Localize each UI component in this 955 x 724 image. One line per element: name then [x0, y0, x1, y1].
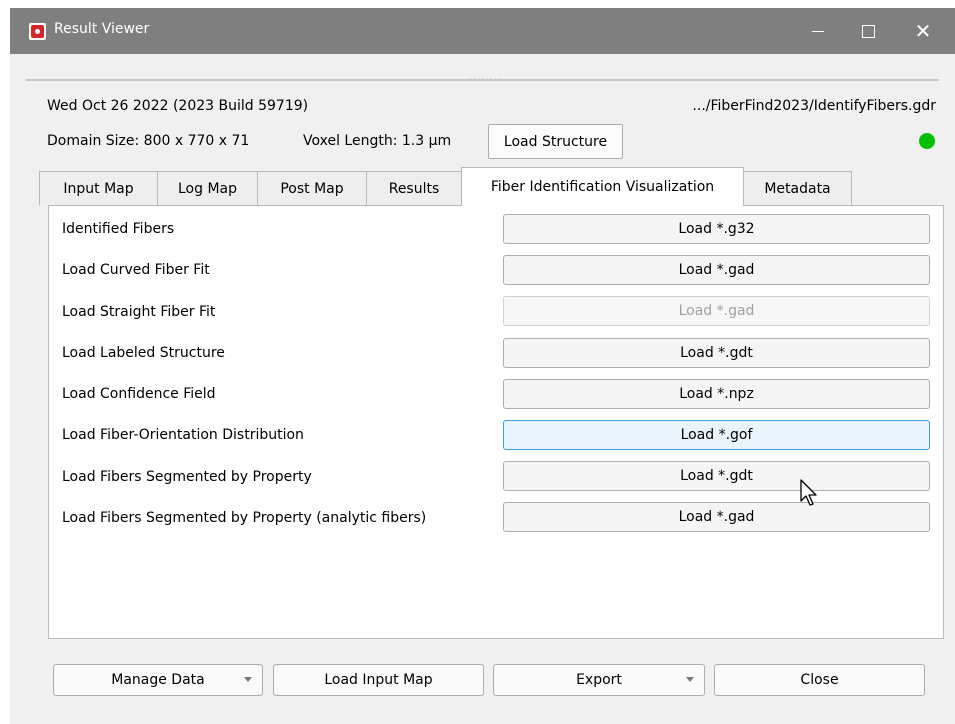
status-indicator [919, 133, 935, 149]
chevron-down-icon [686, 677, 694, 682]
voxel-length: Voxel Length: 1.3 μm [303, 133, 452, 149]
row-label-labeled-structure: Load Labeled Structure [62, 345, 225, 361]
row-label-curved-fiber-fit: Load Curved Fiber Fit [62, 262, 210, 278]
build-date: Wed Oct 26 2022 (2023 Build 59719) [47, 98, 309, 114]
window-title: Result Viewer [54, 21, 150, 37]
export-dropdown[interactable]: Export [493, 664, 705, 696]
load-segmented-gdt-button[interactable]: Load *.gdt [503, 461, 930, 491]
row-label-fiber-orientation-distribution: Load Fiber-Orientation Distribution [62, 427, 304, 443]
row-label-fibers-segmented-by-property: Load Fibers Segmented by Property [62, 469, 312, 485]
splitter[interactable] [26, 79, 939, 81]
maximize-button[interactable] [845, 8, 891, 54]
close-button[interactable]: Close [714, 664, 925, 696]
row-label-confidence-field: Load Confidence Field [62, 386, 216, 402]
load-gof-button[interactable]: Load *.gof [503, 420, 930, 450]
manage-data-dropdown[interactable]: Manage Data [53, 664, 263, 696]
row-label-identified-fibers: Identified Fibers [62, 221, 175, 237]
mouse-cursor-icon [800, 479, 817, 506]
domain-size: Domain Size: 800 x 770 x 71 [47, 133, 250, 149]
load-labeled-gdt-button[interactable]: Load *.gdt [503, 338, 930, 368]
splitter-grip[interactable]: ........ [469, 72, 502, 83]
file-path: .../FiberFind2023/IdentifyFibers.gdr [692, 98, 936, 114]
tab-results[interactable]: Results [366, 171, 462, 205]
row-label-fibers-segmented-analytic: Load Fibers Segmented by Property (analy… [62, 510, 427, 526]
load-straight-gad-button[interactable]: Load *.gad [503, 296, 930, 326]
tab-log-map[interactable]: Log Map [157, 171, 258, 205]
load-structure-button[interactable]: Load Structure [488, 124, 623, 159]
manage-data-label: Manage Data [111, 672, 205, 688]
tab-post-map[interactable]: Post Map [257, 171, 367, 205]
row-label-straight-fiber-fit: Load Straight Fiber Fit [62, 304, 216, 320]
load-npz-button[interactable]: Load *.npz [503, 379, 930, 409]
app-icon [29, 23, 46, 40]
export-label: Export [576, 672, 622, 688]
result-viewer-window: Result Viewer ✕ ........ Wed Oct 26 2022… [10, 8, 955, 724]
load-g32-button[interactable]: Load *.g32 [503, 214, 930, 244]
chevron-down-icon [244, 677, 252, 682]
load-input-map-button[interactable]: Load Input Map [273, 664, 484, 696]
load-analytic-gad-button[interactable]: Load *.gad [503, 502, 930, 532]
tab-metadata[interactable]: Metadata [743, 171, 852, 205]
tab-fiber-identification-visualization[interactable]: Fiber Identification Visualization [461, 167, 744, 206]
tab-input-map[interactable]: Input Map [39, 171, 158, 205]
minimize-button[interactable] [795, 8, 841, 54]
close-window-button[interactable]: ✕ [900, 8, 946, 54]
title-bar[interactable]: Result Viewer ✕ [10, 8, 955, 54]
load-curved-gad-button[interactable]: Load *.gad [503, 255, 930, 285]
